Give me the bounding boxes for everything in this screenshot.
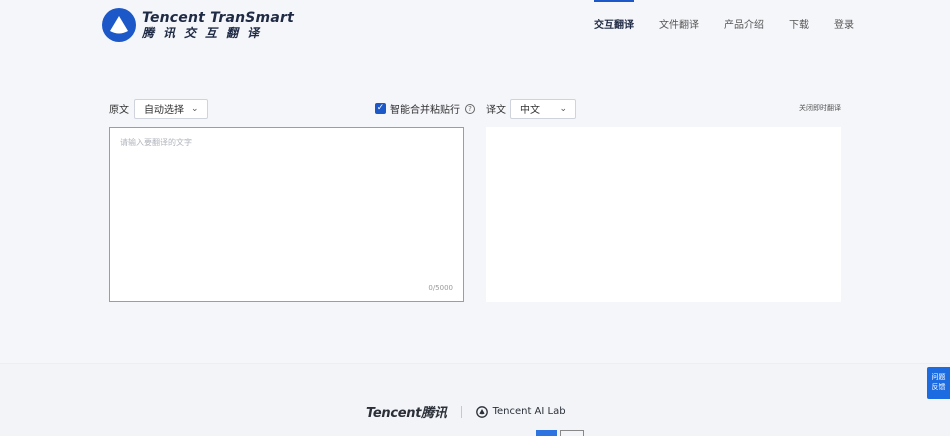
logo-chinese-text: 腾讯交互翻译 [142,25,269,40]
feedback-button[interactable]: 问题 反馈 [927,367,950,399]
target-language-value: 中文 [520,105,540,116]
character-counter: 0/5000 [428,284,453,292]
main-nav: 交互翻译 文件翻译 产品介绍 下载 登录 [569,0,854,52]
source-language-select[interactable]: 自动选择 ⌄ [134,98,208,119]
nav-interactive-translation[interactable]: 交互翻译 [594,0,634,52]
transmart-logo-icon [102,8,136,42]
smart-merge-checkbox[interactable]: ✓ [375,103,386,114]
nav-download[interactable]: 下载 [789,0,809,52]
source-label: 原文 [109,105,129,116]
logo-english-text: Tencent TranSmart [142,9,294,26]
source-toolbar: 原文 自动选择 ⌄ [109,98,208,119]
target-language-select[interactable]: 中文 ⌄ [510,98,576,119]
footer: Tencent腾讯 Tencent AI Lab [0,363,950,436]
footer-brand: Tencent腾讯 Tencent AI Lab [366,402,566,421]
target-label: 译文 [486,105,506,116]
footer-divider [460,405,462,418]
footer-badge-blue[interactable] [536,430,558,436]
ai-lab-icon [475,405,488,418]
source-text-input[interactable] [110,128,463,301]
top-navigation-bar: Tencent TranSmart 腾讯交互翻译 交互翻译 文件翻译 产品介绍 … [0,0,950,52]
footer-legal-line [308,430,584,436]
target-toolbar: 译文 中文 ⌄ [486,98,576,119]
chevron-down-icon: ⌄ [191,103,199,114]
nav-product-intro[interactable]: 产品介绍 [724,0,764,52]
instant-translation-toggle[interactable]: 关闭即时翻译 [799,103,841,113]
footer-badge-outline[interactable] [560,430,584,436]
smart-merge-option[interactable]: ✓ 智能合并粘贴行 ? [375,101,475,116]
nav-file-translation[interactable]: 文件翻译 [659,0,699,52]
translation-output-panel [486,127,841,302]
tencent-logo[interactable]: Tencent腾讯 [366,402,447,421]
help-icon[interactable]: ? [465,103,475,114]
feedback-line-1: 问题 [931,373,946,381]
source-language-value: 自动选择 [144,105,184,116]
tencent-transmart-logo[interactable]: Tencent TranSmart 腾讯交互翻译 [102,8,294,42]
nav-login[interactable]: 登录 [834,0,854,52]
feedback-line-2: 反馈 [931,383,946,391]
ai-lab-text: Tencent AI Lab [492,406,566,417]
chevron-down-icon: ⌄ [559,103,567,114]
smart-merge-label: 智能合并粘贴行 [390,105,460,116]
source-text-panel: 0/5000 [109,127,464,302]
tencent-ai-lab-logo[interactable]: Tencent AI Lab [475,405,566,418]
